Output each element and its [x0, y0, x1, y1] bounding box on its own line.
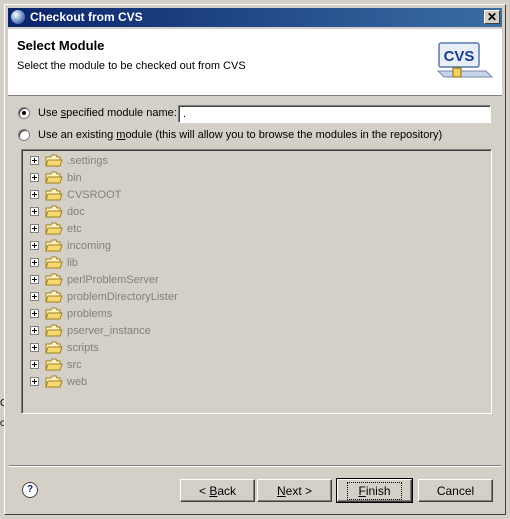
folder-icon [45, 239, 63, 252]
tree-item[interactable]: src [30, 356, 82, 373]
expand-icon[interactable] [30, 241, 39, 250]
tree-item[interactable]: incoming [30, 237, 111, 254]
tree-item[interactable]: doc [30, 203, 85, 220]
folder-icon [45, 273, 63, 286]
folder-icon [45, 341, 63, 354]
folder-icon [45, 375, 63, 388]
tree-item-label: doc [67, 205, 85, 218]
folder-icon [45, 324, 63, 337]
expand-icon[interactable] [30, 275, 39, 284]
expand-icon[interactable] [30, 292, 39, 301]
folder-icon [45, 205, 63, 218]
use-specified-module-label: Use specified module name: [38, 107, 177, 119]
window-title: Checkout from CVS [30, 10, 143, 24]
cvs-logo-icon: CVS [436, 42, 494, 78]
expand-icon[interactable] [30, 190, 39, 199]
back-button-label: < Back [198, 483, 237, 498]
tree-item-label: CVSROOT [67, 188, 122, 201]
tree-item[interactable]: scripts [30, 339, 99, 356]
expand-icon[interactable] [30, 207, 39, 216]
tree-item[interactable]: perlProblemServer [30, 271, 159, 288]
tree-item[interactable]: web [30, 373, 87, 390]
tree-item-label: bin [67, 171, 82, 184]
radio-button[interactable] [18, 107, 30, 119]
next-button[interactable]: Next > [257, 479, 332, 502]
tree-item-label: scripts [67, 341, 99, 354]
module-name-input[interactable] [178, 105, 491, 123]
tree-item-label: perlProblemServer [67, 273, 159, 286]
expand-icon[interactable] [30, 360, 39, 369]
folder-icon [45, 222, 63, 235]
cvs-logo-text: CVS [444, 48, 475, 65]
tree-item-label: problemDirectoryLister [67, 290, 178, 303]
tree-item-label: etc [67, 222, 82, 235]
close-icon: ✕ [486, 10, 498, 24]
close-button[interactable]: ✕ [484, 10, 500, 24]
folder-icon [45, 290, 63, 303]
expand-icon[interactable] [30, 343, 39, 352]
use-specified-module-radio[interactable]: Use specified module name: [18, 105, 177, 121]
cancel-button-label: Cancel [436, 483, 475, 498]
use-existing-module-label: Use an existing module (this will allow … [38, 129, 443, 141]
tree-item[interactable]: problems [30, 305, 112, 322]
tree-item[interactable]: bin [30, 169, 82, 186]
tree-item[interactable]: pserver_instance [30, 322, 151, 339]
folder-icon [45, 154, 63, 167]
next-button-label: Next > [276, 483, 313, 498]
tree-item-label: pserver_instance [67, 324, 151, 337]
eclipse-icon [11, 10, 25, 24]
expand-icon[interactable] [30, 326, 39, 335]
expand-icon[interactable] [30, 309, 39, 318]
radio-button[interactable] [18, 129, 30, 141]
tree-item[interactable]: lib [30, 254, 78, 271]
module-tree[interactable]: .settings bin CVSROOT doc etc incoming l… [21, 149, 492, 414]
folder-icon [45, 171, 63, 184]
expand-icon[interactable] [30, 156, 39, 165]
tree-item[interactable]: .settings [30, 152, 108, 169]
folder-icon [45, 358, 63, 371]
finish-button[interactable]: Finish [336, 478, 413, 503]
tree-item-label: .settings [67, 154, 108, 167]
help-icon[interactable]: ? [22, 482, 38, 498]
wizard-banner: Select Module Select the module to be ch… [8, 29, 502, 96]
finish-button-label: Finish [347, 481, 402, 500]
tree-item[interactable]: problemDirectoryLister [30, 288, 178, 305]
folder-icon [45, 256, 63, 269]
tree-item-label: problems [67, 307, 113, 320]
tree-item-label: lib [67, 256, 79, 269]
back-button[interactable]: < Back [180, 479, 255, 502]
expand-icon[interactable] [30, 224, 39, 233]
tree-item-label: web [67, 375, 88, 388]
tree-item[interactable]: etc [30, 220, 82, 237]
expand-icon[interactable] [30, 377, 39, 386]
folder-icon [45, 188, 63, 201]
expand-icon[interactable] [30, 173, 39, 182]
folder-icon [45, 307, 63, 320]
cancel-button[interactable]: Cancel [418, 479, 493, 502]
expand-icon[interactable] [30, 258, 39, 267]
tree-item[interactable]: CVSROOT [30, 186, 121, 203]
page-title: Select Module [17, 38, 105, 53]
page-description: Select the module to be checked out from… [17, 60, 246, 72]
tree-item-label: src [67, 358, 82, 371]
button-bar-separator [9, 465, 501, 467]
use-existing-module-radio[interactable]: Use an existing module (this will allow … [18, 127, 442, 143]
title-bar[interactable]: Checkout from CVS ✕ [8, 8, 502, 27]
tree-item-label: incoming [67, 239, 112, 252]
